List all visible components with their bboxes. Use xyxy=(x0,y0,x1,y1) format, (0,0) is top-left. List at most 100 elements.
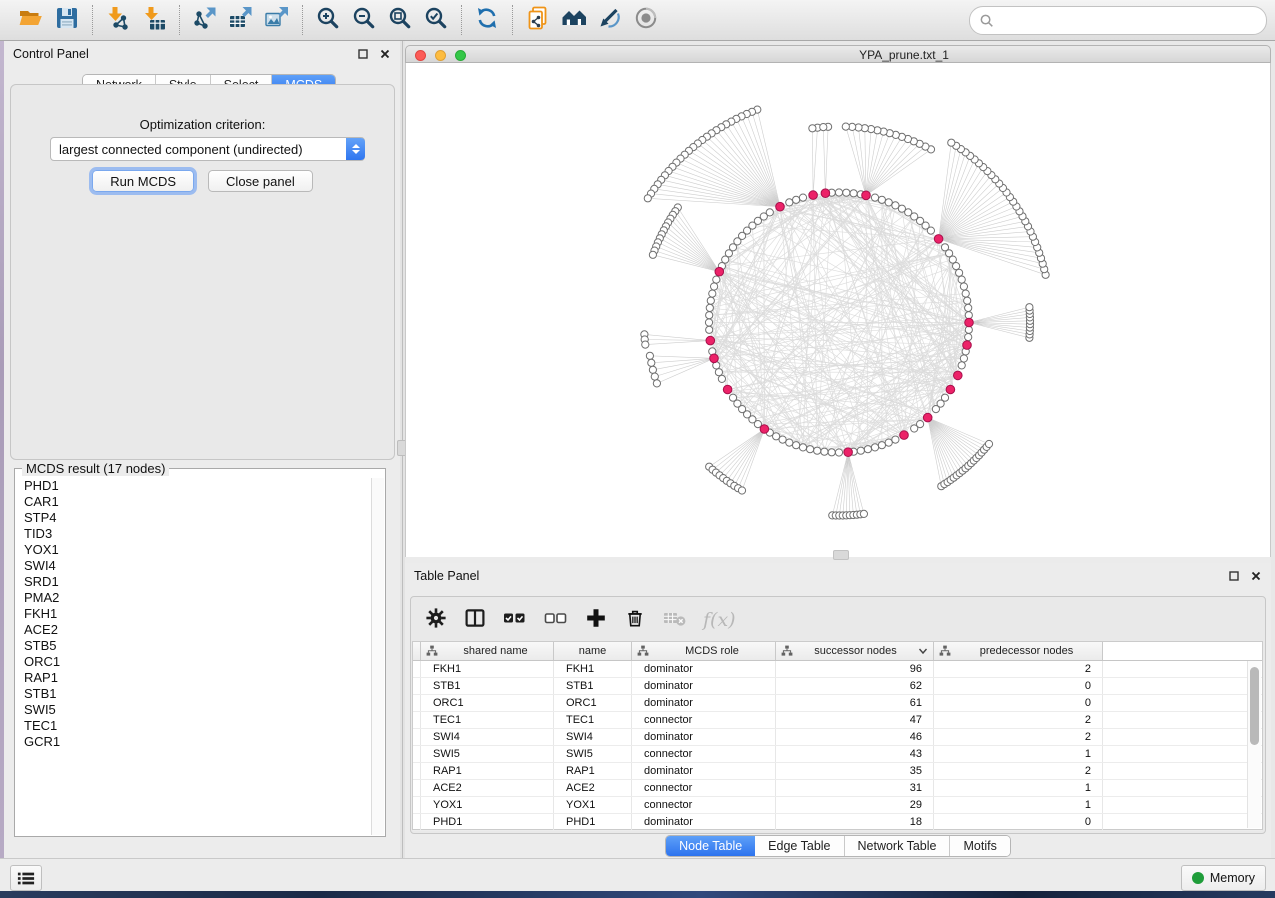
search-input[interactable] xyxy=(1000,10,1266,32)
mcds-result-item[interactable]: YOX1 xyxy=(24,542,368,558)
cell-MCDS-role: dominator xyxy=(632,763,776,779)
zoom-in-button[interactable] xyxy=(310,3,346,37)
scrollbar-thumb[interactable] xyxy=(1250,667,1259,745)
row-gutter xyxy=(413,746,421,762)
network-window-title: YPA_prune.txt_1 xyxy=(406,48,1270,62)
table-row[interactable]: ORC1ORC1dominator610 xyxy=(413,695,1262,712)
tab-motifs[interactable]: Motifs xyxy=(950,836,1009,856)
toolbar-group xyxy=(513,0,671,40)
mcds-result-item[interactable]: STB1 xyxy=(24,686,368,702)
mcds-result-item[interactable]: ACE2 xyxy=(24,622,368,638)
close-panel-icon[interactable] xyxy=(1249,569,1263,583)
export-image-button[interactable] xyxy=(259,3,295,37)
mcds-result-item[interactable]: RAP1 xyxy=(24,670,368,686)
table-scrollbar[interactable] xyxy=(1247,661,1261,828)
select-all-button[interactable] xyxy=(503,608,527,632)
cell-MCDS-role: connector xyxy=(632,712,776,728)
floppy-disk-button[interactable] xyxy=(49,3,85,37)
mcds-result-item[interactable]: SWI5 xyxy=(24,702,368,718)
table-row[interactable]: FKH1FKH1dominator962 xyxy=(413,661,1262,678)
network-window-titlebar[interactable]: YPA_prune.txt_1 xyxy=(405,45,1271,63)
cell-name: PHD1 xyxy=(554,814,632,830)
mcds-result-item[interactable]: PMA2 xyxy=(24,590,368,606)
mcds-result-item[interactable]: ORC1 xyxy=(24,654,368,670)
cell-name: FKH1 xyxy=(554,661,632,677)
result-list-scrollbar[interactable] xyxy=(371,478,384,835)
mcds-result-item[interactable]: SRD1 xyxy=(24,574,368,590)
table-row[interactable]: ACE2ACE2connector311 xyxy=(413,780,1262,797)
memory-button[interactable]: Memory xyxy=(1181,865,1266,891)
table-row[interactable]: TEC1TEC1connector472 xyxy=(413,712,1262,729)
houses-button[interactable] xyxy=(556,3,592,37)
mcds-result-item[interactable]: STB5 xyxy=(24,638,368,654)
list-icon xyxy=(17,871,35,886)
close-panel-button[interactable]: Close panel xyxy=(208,170,313,192)
table-row[interactable]: SWI4SWI4dominator462 xyxy=(413,729,1262,746)
toolbar-group xyxy=(303,0,461,40)
cell-predecessor-nodes: 0 xyxy=(934,678,1103,694)
mcds-result-item[interactable]: STP4 xyxy=(24,510,368,526)
mcds-result-item[interactable]: FKH1 xyxy=(24,606,368,622)
import-network-button[interactable] xyxy=(100,3,136,37)
cell-predecessor-nodes: 1 xyxy=(934,797,1103,813)
cell-successor-nodes: 61 xyxy=(776,695,934,711)
table-row[interactable]: YOX1YOX1connector291 xyxy=(413,797,1262,814)
zoom-fit-button[interactable] xyxy=(382,3,418,37)
close-panel-icon[interactable] xyxy=(378,47,392,61)
import-table-button[interactable] xyxy=(136,3,172,37)
mcds-result-item[interactable]: CAR1 xyxy=(24,494,368,510)
export-image-icon xyxy=(264,5,290,36)
tab-network-table[interactable]: Network Table xyxy=(845,836,951,856)
network-canvas[interactable] xyxy=(405,63,1271,557)
run-mcds-button[interactable]: Run MCDS xyxy=(92,170,194,192)
table-row[interactable]: SWI5SWI5connector431 xyxy=(413,746,1262,763)
control-panel-header: Control Panel xyxy=(4,41,400,67)
column-header-predecessor-nodes[interactable]: predecessor nodes xyxy=(934,642,1103,660)
tab-node-table[interactable]: Node Table xyxy=(666,836,755,856)
table-row[interactable]: RAP1RAP1dominator352 xyxy=(413,763,1262,780)
column-header-name[interactable]: name xyxy=(554,642,632,660)
mcds-result-item[interactable]: TID3 xyxy=(24,526,368,542)
zoom-out-button[interactable] xyxy=(346,3,382,37)
clear-table-icon xyxy=(663,608,686,633)
mcds-result-item[interactable]: GCR1 xyxy=(24,734,368,750)
column-header-shared-name[interactable]: shared name xyxy=(421,642,554,660)
task-history-button[interactable] xyxy=(10,865,42,891)
cell-successor-nodes: 43 xyxy=(776,746,934,762)
splitter-grip[interactable] xyxy=(833,550,849,560)
import-network-icon xyxy=(105,5,131,36)
share-document-button[interactable] xyxy=(520,3,556,37)
export-network-button[interactable] xyxy=(187,3,223,37)
split-panel-button[interactable] xyxy=(464,608,486,632)
export-table-button[interactable] xyxy=(223,3,259,37)
column-label: predecessor nodes xyxy=(951,645,1102,657)
eye-button[interactable] xyxy=(628,3,664,37)
cell-predecessor-nodes: 2 xyxy=(934,763,1103,779)
table-row[interactable]: STB1STB1dominator620 xyxy=(413,678,1262,695)
table-rows: FKH1FKH1dominator962STB1STB1dominator620… xyxy=(413,661,1262,831)
refresh-button[interactable] xyxy=(469,3,505,37)
deselect-all-button[interactable] xyxy=(544,608,568,632)
settings-gear-button[interactable] xyxy=(425,608,447,632)
column-header-successor-nodes[interactable]: successor nodes xyxy=(776,642,934,660)
folder-open-button[interactable] xyxy=(13,3,49,37)
table-row[interactable]: PHD1PHD1dominator180 xyxy=(413,814,1262,831)
zoom-selected-button[interactable] xyxy=(418,3,454,37)
hide-annotations-button[interactable] xyxy=(592,3,628,37)
delete-column-button[interactable] xyxy=(624,608,646,632)
mcds-result-item[interactable]: SWI4 xyxy=(24,558,368,574)
float-panel-icon[interactable] xyxy=(356,47,370,61)
network-graph[interactable] xyxy=(406,63,1270,557)
mcds-result-item[interactable]: TEC1 xyxy=(24,718,368,734)
mcds-result-item[interactable]: PHD1 xyxy=(24,478,368,494)
criterion-dropdown[interactable]: largest connected component (undirected) xyxy=(50,137,365,161)
add-column-button[interactable] xyxy=(585,608,607,632)
column-header-MCDS-role[interactable]: MCDS role xyxy=(632,642,776,660)
cell-name: ACE2 xyxy=(554,780,632,796)
row-gutter xyxy=(413,642,421,660)
sort-desc-icon xyxy=(918,647,928,655)
deselect-all-icon xyxy=(544,608,568,633)
tab-edge-table[interactable]: Edge Table xyxy=(755,836,844,856)
float-panel-icon[interactable] xyxy=(1227,569,1241,583)
cell-predecessor-nodes: 0 xyxy=(934,695,1103,711)
